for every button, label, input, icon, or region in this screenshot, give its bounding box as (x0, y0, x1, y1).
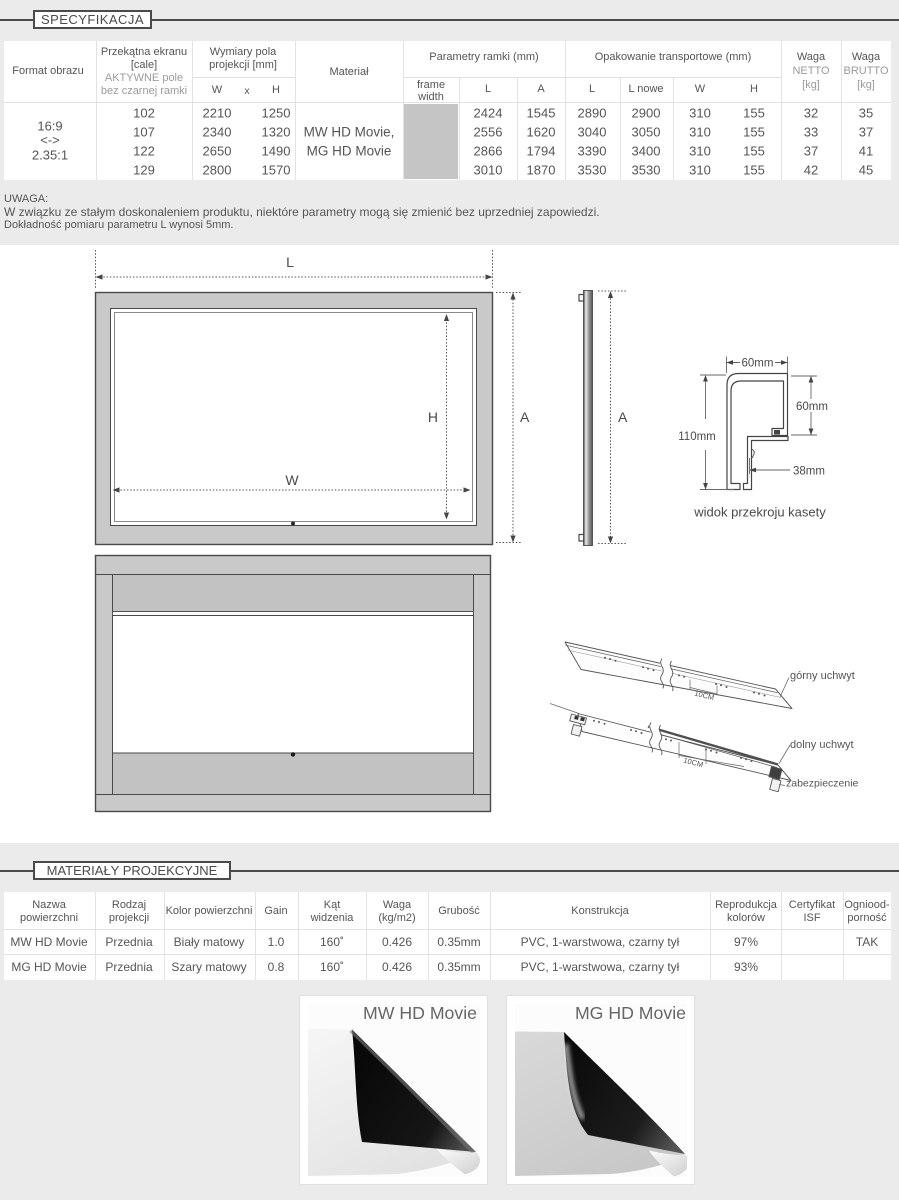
svg-text:dolny uchwyt: dolny uchwyt (790, 739, 854, 751)
svg-text:60mm: 60mm (742, 358, 774, 370)
svg-text:MG HD Movie: MG HD Movie (575, 1004, 686, 1023)
svg-text:60mm: 60mm (796, 401, 828, 413)
svg-text:W: W (285, 472, 299, 488)
svg-text:A: A (520, 409, 530, 425)
svg-text:A: A (618, 409, 628, 425)
svg-text:110mm: 110mm (678, 431, 716, 443)
svg-text:widok przekroju kasety: widok przekroju kasety (693, 505, 826, 520)
svg-text:H: H (428, 409, 438, 425)
svg-text:38mm: 38mm (793, 466, 825, 478)
svg-text:górny uchwyt: górny uchwyt (790, 670, 855, 682)
svg-text:zabezpieczenie: zabezpieczenie (786, 778, 859, 790)
svg-text:L: L (286, 254, 294, 270)
svg-text:MW HD Movie: MW HD Movie (363, 1004, 477, 1023)
